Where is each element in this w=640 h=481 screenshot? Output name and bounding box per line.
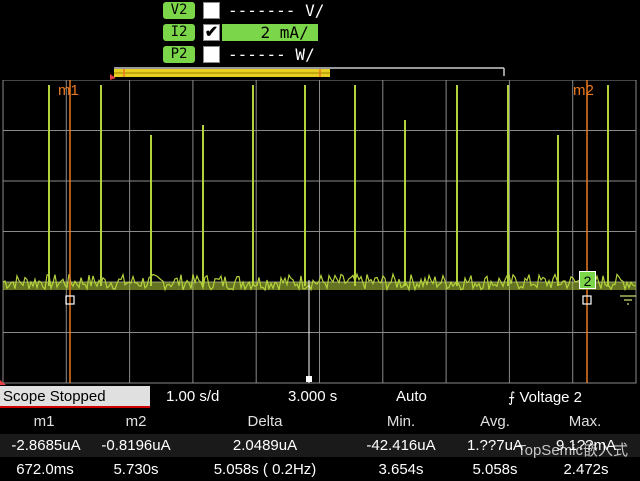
- channel-p2-checkbox[interactable]: [203, 46, 220, 63]
- marker-m2-label[interactable]: m2: [573, 82, 594, 99]
- trigger-mode[interactable]: Auto: [396, 386, 427, 408]
- graticule-grid: [2, 80, 637, 384]
- watermark: TopSemic嵌入式: [517, 442, 628, 459]
- cell-avg-time: 5.058s: [472, 461, 518, 478]
- waveform-display[interactable]: [0, 80, 640, 385]
- timebase-readout[interactable]: 1.00 s/d: [166, 386, 219, 408]
- channel-2-flag: 2: [579, 271, 596, 289]
- trigger-edge-icon: ⨍: [508, 389, 516, 405]
- markers-layer: [0, 80, 636, 385]
- scope-state: Scope Stopped: [0, 386, 150, 408]
- channel-p2-scale: ------ W/: [228, 45, 315, 64]
- col-header-m2: m2: [125, 413, 147, 430]
- col-header-m1: m1: [33, 413, 55, 430]
- cell-m1-time: 672.0ms: [16, 461, 74, 478]
- baseline-band: [3, 282, 636, 290]
- delay-readout[interactable]: 3.000 s: [288, 386, 337, 408]
- marker-m1-label[interactable]: m1: [58, 82, 79, 99]
- cell-delta-current: 2.0489uA: [195, 434, 335, 457]
- col-header-max: Max.: [568, 413, 602, 430]
- trigger-source-label: Voltage 2: [519, 389, 583, 406]
- trigger-source[interactable]: ⨍ Voltage 2: [508, 386, 582, 408]
- col-header-min: Min.: [386, 413, 416, 430]
- channel-i2-tag[interactable]: I2: [163, 24, 195, 41]
- channel-i2-scale: 2 mA/: [222, 24, 318, 41]
- cell-m1-current: -2.8685uA: [0, 434, 92, 457]
- cell-delta-time: 5.058s ( 0.2Hz): [213, 461, 317, 478]
- cell-min-time: 3.654s: [378, 461, 424, 478]
- channel-i2-checkbox[interactable]: ✔: [203, 24, 220, 41]
- ground-reference-icon: [620, 295, 636, 305]
- cell-min-current: -42.416uA: [356, 434, 446, 457]
- cell-m2-time: 5.730s: [113, 461, 159, 478]
- channel-p2-tag[interactable]: P2: [163, 46, 195, 63]
- cell-max-time: 2.472s: [563, 461, 609, 478]
- col-header-delta: Delta: [247, 413, 283, 430]
- col-header-avg: Avg.: [480, 413, 510, 430]
- channel-v2-tag[interactable]: V2: [163, 2, 195, 19]
- channel-v2-scale: ------- V/: [228, 1, 325, 20]
- channel-v2-checkbox[interactable]: [203, 2, 220, 19]
- record-overview-bar[interactable]: [110, 64, 510, 80]
- cell-m2-current: -0.8196uA: [90, 434, 182, 457]
